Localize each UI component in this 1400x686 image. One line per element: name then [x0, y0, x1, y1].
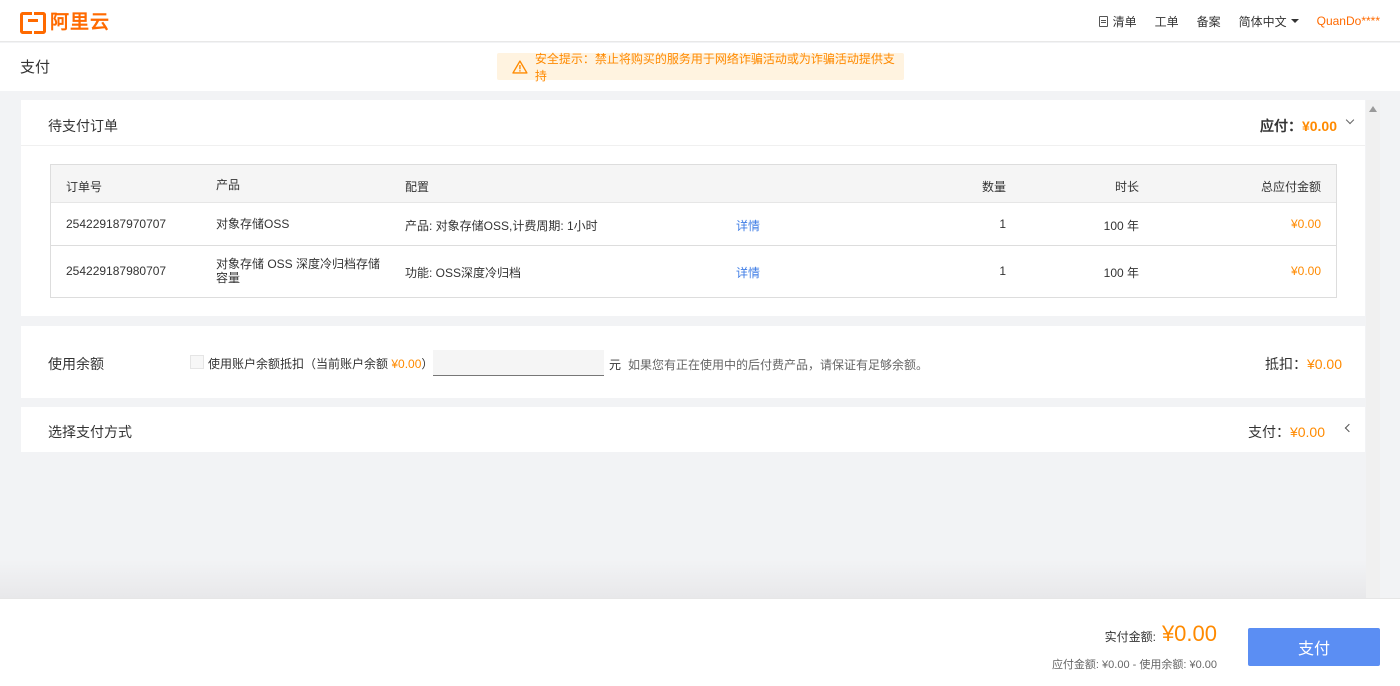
- use-balance-label[interactable]: 使用账户余额抵扣（当前账户余额 ¥0.00）: [208, 355, 433, 372]
- aliyun-logo[interactable]: 阿里云: [20, 8, 111, 34]
- product-config: 产品: 对象存储OSS,计费周期: 1小时: [405, 219, 598, 233]
- language-selector[interactable]: 简体中文: [1239, 13, 1299, 30]
- nav-ticket[interactable]: 工单: [1155, 13, 1179, 30]
- scroll-up-arrow-icon[interactable]: [1369, 106, 1377, 112]
- payment-breakdown: 应付金额: ¥0.00 - 使用余额: ¥0.00: [1051, 659, 1217, 671]
- payment-value: ¥0.00: [1289, 424, 1325, 440]
- product-name: 对象存储 OSS 深度冷归档存储容量: [216, 257, 381, 285]
- balance-panel: 使用余额 使用账户余额抵扣（当前账户余额 ¥0.00） 元 如果您有正在使用中的…: [21, 326, 1365, 398]
- product-config: 功能: OSS深度冷归档: [405, 266, 522, 280]
- payment-label: 支付：: [1247, 424, 1290, 440]
- pending-orders-title: 待支付订单: [48, 118, 118, 134]
- balance-title: 使用余额: [48, 356, 104, 372]
- table-row: 254229187970707 对象存储OSS 产品: 对象存储OSS,计费周期…: [51, 203, 1336, 246]
- logo-text: 阿里云: [50, 11, 111, 33]
- duration: 100 年: [1103, 266, 1139, 280]
- col-duration: 时长: [1114, 180, 1139, 194]
- nav-menu: 清单 工单 备案 简体中文 QuanDo****: [1098, 0, 1380, 42]
- chevron-down-icon[interactable]: [1345, 115, 1355, 125]
- payment-amount: 支付：¥0.00: [1248, 422, 1325, 442]
- background-fade: [0, 560, 1366, 598]
- scrollbar[interactable]: [1366, 100, 1380, 598]
- quantity: 1: [999, 264, 1006, 278]
- nav-ticket-label: 工单: [1154, 14, 1179, 29]
- order-number: 254229187980707: [66, 264, 167, 278]
- table-header: 订单号 产品 配置 数量 时长 总应付金额: [51, 165, 1336, 203]
- security-notice: 安全提示：禁止将购买的服务用于网络诈骗活动或为诈骗活动提供支持: [497, 52, 904, 83]
- nav-filing-label: 备案: [1196, 14, 1221, 29]
- detail-link[interactable]: 详情: [736, 264, 760, 281]
- col-total: 总应付金额: [1260, 180, 1321, 194]
- balance-hint: 如果您有正在使用中的后付费产品，请保证有足够余额。: [628, 358, 929, 372]
- page-header: 支付 安全提示：禁止将购买的服务用于网络诈骗活动或为诈骗活动提供支持: [0, 43, 1400, 91]
- quantity: 1: [999, 217, 1006, 231]
- amount-due: 应付：¥0.00: [1260, 116, 1337, 136]
- balance-amount-input[interactable]: [433, 350, 604, 376]
- nav-filing[interactable]: 备案: [1197, 13, 1221, 30]
- deduction-label: 抵扣：: [1264, 356, 1307, 372]
- chevron-left-icon[interactable]: [1344, 423, 1354, 433]
- warning-icon: [512, 59, 528, 74]
- pay-button[interactable]: 支付: [1248, 628, 1380, 666]
- col-order-no: 订单号: [66, 180, 103, 194]
- col-product: 产品: [216, 178, 241, 192]
- page-title: 支付: [20, 59, 51, 76]
- language-label: 简体中文: [1238, 14, 1287, 29]
- actual-payment-amount: ¥0.00: [1161, 621, 1217, 646]
- nav-cart[interactable]: 清单: [1098, 13, 1137, 30]
- deduction-value: ¥0.00: [1306, 356, 1342, 372]
- close-paren: ）: [421, 357, 434, 371]
- order-number: 254229187970707: [66, 217, 167, 231]
- top-nav: 阿里云 清单 工单 备案 简体中文 QuanDo****: [0, 0, 1400, 42]
- row-total: ¥0.00: [1290, 217, 1321, 231]
- security-notice-text: 安全提示：禁止将购买的服务用于网络诈骗活动或为诈骗活动提供支持: [534, 51, 895, 83]
- currency-unit: 元: [609, 358, 622, 372]
- product-name: 对象存储OSS: [216, 217, 290, 231]
- use-balance-checkbox[interactable]: [190, 355, 204, 369]
- pending-orders-panel: 待支付订单 应付：¥0.00 订单号 产品 配置 数量 时长 总应付金额 254…: [21, 100, 1365, 316]
- table-row: 254229187980707 对象存储 OSS 深度冷归档存储容量 功能: O…: [51, 246, 1336, 297]
- col-quantity: 数量: [981, 180, 1006, 194]
- user-name: QuanDo****: [1316, 14, 1380, 28]
- actual-payment: 实付金额: ¥0.00: [1105, 621, 1217, 647]
- document-icon: [1098, 15, 1108, 27]
- orders-table: 订单号 产品 配置 数量 时长 总应付金额 254229187970707 对象…: [50, 164, 1337, 298]
- detail-link[interactable]: 详情: [736, 217, 760, 234]
- actual-payment-label: 实付金额:: [1104, 630, 1156, 644]
- current-balance: ¥0.00: [391, 357, 422, 371]
- nav-cart-label: 清单: [1112, 14, 1137, 29]
- payment-method-panel[interactable]: 选择支付方式 支付：¥0.00: [21, 407, 1365, 452]
- use-balance-text: 使用账户余额抵扣（当前账户余额: [208, 357, 389, 371]
- caret-down-icon: [1290, 19, 1299, 23]
- checkout-footer: 实付金额: ¥0.00 应付金额: ¥0.00 - 使用余额: ¥0.00 支付: [0, 598, 1400, 686]
- payment-method-title: 选择支付方式: [48, 424, 132, 440]
- user-account[interactable]: QuanDo****: [1317, 14, 1380, 28]
- amount-due-label: 应付：: [1259, 118, 1302, 134]
- col-config: 配置: [405, 180, 430, 194]
- duration: 100 年: [1103, 219, 1139, 233]
- deduction-amount: 抵扣：¥0.00: [1265, 354, 1342, 374]
- divider: [21, 145, 1365, 146]
- amount-due-value: ¥0.00: [1301, 118, 1337, 134]
- row-total: ¥0.00: [1290, 264, 1321, 278]
- aliyun-logo-icon: [20, 12, 46, 34]
